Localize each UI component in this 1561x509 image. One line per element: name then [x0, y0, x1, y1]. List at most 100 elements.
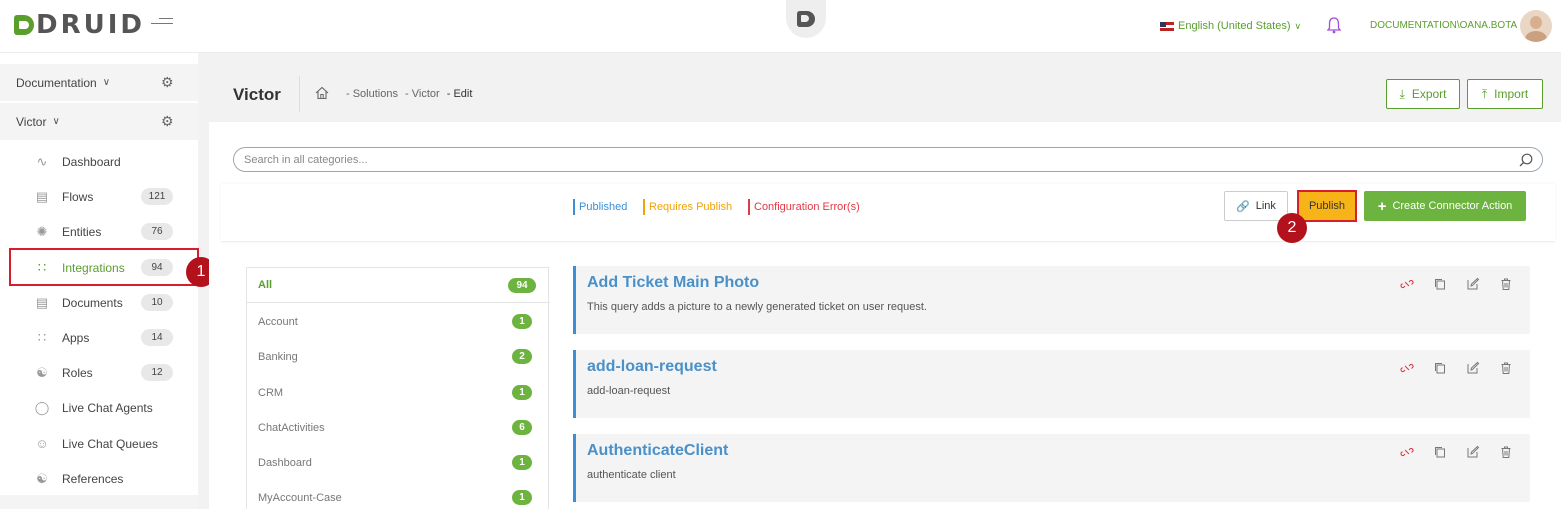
- count-badge: 12: [141, 364, 173, 381]
- gear-icon[interactable]: ⚙: [161, 74, 174, 91]
- category-label: Dashboard: [258, 456, 312, 469]
- search-icon[interactable]: [1518, 152, 1534, 168]
- create-label: Create Connector Action: [1392, 200, 1513, 212]
- bell-icon[interactable]: [1326, 16, 1342, 34]
- legend-requires-publish: Requires Publish: [643, 199, 732, 215]
- page-header: Victor - Solutions - Victor - Edit ⤓ Exp…: [209, 66, 1561, 121]
- link-button[interactable]: 🔗 Link: [1224, 191, 1288, 221]
- count-badge: 121: [141, 188, 173, 205]
- grid-icon: ∷: [37, 329, 47, 345]
- step-badge-2: 2: [1277, 213, 1307, 243]
- logo-text: DRUID: [36, 10, 145, 40]
- legend-published: Published: [573, 199, 627, 215]
- sidebar-item-label: Flows: [62, 189, 94, 204]
- sidebar-item-label: Documents: [62, 295, 123, 310]
- chat-icon: ▤: [35, 188, 49, 204]
- count-badge: 14: [141, 329, 173, 346]
- sidebar-item-label: Dashboard: [62, 154, 121, 169]
- integration-card[interactable]: add-loan-request add-loan-request: [573, 350, 1530, 418]
- sidebar-group-documentation[interactable]: Documentation ∨ ⚙: [0, 64, 198, 101]
- home-icon[interactable]: [315, 86, 329, 100]
- chart-icon: ∿: [36, 153, 48, 169]
- edit-icon[interactable]: [1466, 445, 1480, 459]
- breadcrumb: - Solutions - Victor - Edit: [346, 88, 476, 100]
- search-placeholder: Search in all categories...: [244, 154, 368, 166]
- sidebar-group-label: Victor: [16, 114, 47, 129]
- copy-icon[interactable]: [1433, 445, 1447, 459]
- sidebar-item-label: Apps: [62, 330, 90, 345]
- sidebar-item-entities[interactable]: ✺ Entities 76: [0, 215, 198, 248]
- edit-icon[interactable]: [1466, 277, 1480, 291]
- download-icon: ⤓: [1399, 86, 1405, 101]
- category-count: 1: [512, 314, 532, 329]
- user-circle-icon: ◯: [34, 399, 50, 415]
- card-actions: [1381, 277, 1513, 291]
- trash-icon[interactable]: [1499, 277, 1513, 291]
- integration-title[interactable]: Add Ticket Main Photo: [587, 274, 759, 292]
- category-item[interactable]: Dashboard 1: [247, 445, 550, 480]
- category-item[interactable]: CRM 1: [247, 375, 550, 410]
- breadcrumb-solutions[interactable]: - Solutions: [346, 88, 398, 100]
- integration-card[interactable]: AuthenticateClient authenticate client: [573, 434, 1530, 502]
- integration-title[interactable]: AuthenticateClient: [587, 442, 728, 460]
- card-actions: [1381, 445, 1513, 459]
- category-label: Account: [258, 315, 298, 328]
- copy-icon[interactable]: [1433, 277, 1447, 291]
- publish-button[interactable]: Publish: [1297, 190, 1357, 222]
- category-item[interactable]: ChatActivities 6: [247, 410, 550, 445]
- integration-title[interactable]: add-loan-request: [587, 358, 717, 376]
- sidebar-item-live-chat-agents[interactable]: ◯ Live Chat Agents: [0, 391, 198, 424]
- sidebar-item-live-chat-queues[interactable]: ☺ Live Chat Queues: [0, 427, 198, 460]
- sidebar-item-label: Live Chat Agents: [62, 400, 153, 415]
- menu-toggle-icon[interactable]: [151, 18, 173, 30]
- sidebar-item-dashboard[interactable]: ∿ Dashboard: [0, 145, 198, 178]
- category-count: 1: [512, 455, 532, 470]
- sidebar-footer: [0, 495, 198, 509]
- integrations-toolbar: Published Requires Publish Configuration…: [221, 184, 1555, 242]
- sidebar-item-documents[interactable]: ▤ Documents 10: [0, 286, 198, 319]
- edit-icon[interactable]: [1466, 361, 1480, 375]
- trash-icon[interactable]: [1499, 361, 1513, 375]
- count-badge: 10: [141, 294, 173, 311]
- import-label: Import: [1494, 87, 1529, 101]
- chevron-down-icon: ∨: [102, 77, 111, 88]
- category-item[interactable]: Account 1: [247, 304, 550, 339]
- category-count: 1: [512, 385, 532, 400]
- import-button[interactable]: ⤒ Import: [1467, 79, 1543, 109]
- integration-description: This query adds a picture to a newly gen…: [587, 301, 927, 313]
- sidebar-group-victor[interactable]: Victor ∨ ⚙: [0, 103, 198, 140]
- druid-logo[interactable]: DRUID: [14, 10, 145, 40]
- legend-configuration-error: Configuration Error(s): [748, 199, 860, 215]
- upload-icon: ⤒: [1481, 86, 1488, 101]
- integration-card[interactable]: Add Ticket Main Photo This query adds a …: [573, 266, 1530, 334]
- breadcrumb-victor[interactable]: - Victor: [405, 88, 440, 100]
- users-icon: ☺: [35, 436, 49, 451]
- export-button[interactable]: ⤓ Export: [1386, 79, 1460, 109]
- unlink-icon[interactable]: [1400, 361, 1414, 375]
- unlink-icon[interactable]: [1400, 445, 1414, 459]
- search-input[interactable]: Search in all categories...: [233, 147, 1543, 172]
- category-item[interactable]: Banking 2: [247, 339, 550, 374]
- create-connector-action-button[interactable]: + Create Connector Action: [1364, 191, 1526, 221]
- category-all[interactable]: All 94: [247, 268, 550, 303]
- chevron-down-icon: ∨: [52, 116, 60, 127]
- category-label: CRM: [258, 386, 284, 399]
- sidebar-item-apps[interactable]: ∷ Apps 14: [0, 321, 198, 354]
- user-avatar[interactable]: [1520, 10, 1552, 42]
- category-count: 2: [512, 349, 532, 364]
- top-bar: DRUID English (United States) ∨ DOCUMENT…: [0, 0, 1561, 53]
- unlink-icon[interactable]: [1400, 277, 1414, 291]
- sidebar-item-roles[interactable]: ☯ Roles 12: [0, 356, 198, 389]
- username-label[interactable]: DOCUMENTATION\OANA.BOTA: [1370, 20, 1517, 31]
- sidebar-item-flows[interactable]: ▤ Flows 121: [0, 180, 198, 213]
- trash-icon[interactable]: [1499, 445, 1513, 459]
- gear-icon[interactable]: ⚙: [161, 113, 174, 130]
- category-item[interactable]: MyAccount-Case 1: [247, 480, 550, 509]
- link-icon: 🔗: [1236, 200, 1250, 213]
- language-selector[interactable]: English (United States) ∨: [1160, 20, 1301, 32]
- divider: [299, 76, 300, 112]
- copy-icon[interactable]: [1433, 361, 1447, 375]
- category-count: 1: [512, 490, 532, 505]
- category-label: Banking: [258, 350, 298, 363]
- sidebar-item-references[interactable]: ☯ References: [0, 462, 198, 495]
